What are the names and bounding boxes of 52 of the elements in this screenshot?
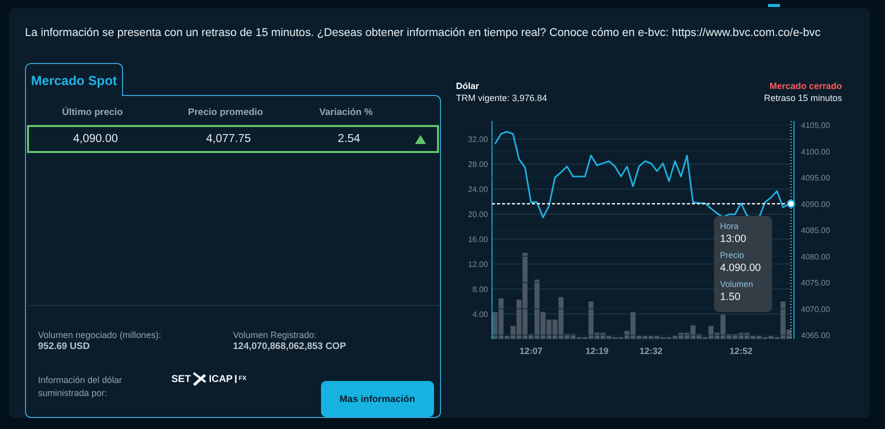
price-row[interactable]: 4,090.00 4,077.75 2.54 bbox=[27, 125, 439, 153]
axis-label: 12.00 bbox=[468, 260, 488, 270]
up-triangle-icon bbox=[414, 134, 426, 144]
axis-label: 32.00 bbox=[468, 135, 488, 144]
axis-label: 4090.00 bbox=[801, 200, 830, 209]
tooltip-label: Hora bbox=[720, 220, 740, 232]
more-info-button[interactable]: Mas información bbox=[320, 381, 434, 417]
table-cell-text: 2.54 bbox=[336, 133, 362, 145]
axis-label: 4105.00 bbox=[801, 121, 830, 130]
tab-indicator bbox=[768, 4, 780, 7]
logo-text: SET bbox=[171, 374, 191, 384]
axis-label: 4065.00 bbox=[801, 331, 830, 340]
axis-label: 4.00 bbox=[472, 310, 488, 320]
axis-label: 4075.00 bbox=[801, 278, 830, 288]
axis-label: 4070.00 bbox=[801, 304, 830, 314]
axis-label: 4095.00 bbox=[801, 174, 830, 182]
tooltip-label: Precio bbox=[720, 249, 746, 261]
tooltip-value: 13:00 bbox=[720, 232, 748, 247]
chart-title: Dólar bbox=[456, 81, 480, 91]
axis-label: 4100.00 bbox=[801, 147, 830, 156]
axis-label: 24.00 bbox=[468, 185, 488, 194]
axis-label: 4085.00 bbox=[801, 226, 830, 235]
axis-label: 12:52 bbox=[729, 346, 753, 356]
stat-value: 952.69 USD bbox=[38, 341, 91, 352]
chart-subtitle: TRM vigente: 3,976.84 bbox=[456, 93, 548, 103]
column-header: Último precio bbox=[61, 106, 124, 120]
cross-icon bbox=[192, 371, 207, 387]
axis-label: 28.00 bbox=[468, 160, 488, 170]
delay-notice: La información se presenta con un retraso de 15 minutos. ¿Deseas obtener información en tiempo real? Conoce cómo en e-bvc: https://www.bvc.com.co/e-bvc bbox=[25, 26, 821, 41]
tooltip-label: Volumen bbox=[720, 278, 754, 290]
market-tab[interactable]: Mercado Spot bbox=[25, 63, 123, 96]
column-header: Precio promedio bbox=[187, 106, 264, 120]
stat-label: Volumen Registrado: bbox=[233, 330, 318, 340]
axis-label: 12:07 bbox=[519, 346, 543, 356]
stat-value: 124,070,868,062,853 COP bbox=[233, 341, 348, 352]
axis-label: 16.00 bbox=[468, 235, 488, 244]
logo-text: ICAP bbox=[208, 374, 233, 384]
tooltip-value: 4.090.00 bbox=[720, 261, 762, 276]
table-cell-text: 4,090.00 bbox=[72, 133, 119, 145]
axis-label: 4080.00 bbox=[801, 252, 830, 262]
column-header: Variación % bbox=[318, 106, 374, 120]
axis-label: 12:32 bbox=[639, 346, 663, 356]
axis-label: 12:19 bbox=[585, 346, 609, 356]
delay-label: Retraso 15 minutos bbox=[764, 93, 842, 103]
axis-label: 8.00 bbox=[472, 285, 488, 294]
stat-label: Volumen negociado (millones): bbox=[38, 330, 162, 340]
table-cell-text: 4,077.75 bbox=[205, 133, 252, 145]
axis-label: 20.00 bbox=[468, 210, 488, 220]
tooltip-value: 1.50 bbox=[720, 290, 742, 305]
provider-label: Información del dólar suministrada por: bbox=[38, 374, 124, 400]
point-marker bbox=[786, 200, 796, 208]
market-status: Mercado cerrado bbox=[769, 81, 842, 91]
